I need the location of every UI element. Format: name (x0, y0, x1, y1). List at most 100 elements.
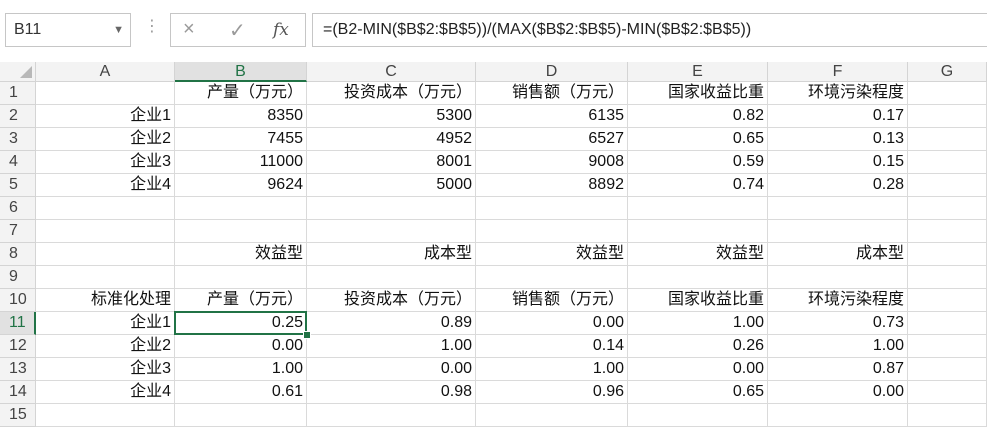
column-header-b[interactable]: B (175, 62, 307, 82)
cell-c10[interactable]: 投资成本（万元） (307, 289, 476, 312)
cell-g8[interactable] (908, 243, 987, 266)
cell-c11[interactable]: 0.89 (307, 312, 476, 335)
cell-d13[interactable]: 1.00 (476, 358, 628, 381)
cell-g12[interactable] (908, 335, 987, 358)
column-header-f[interactable]: F (768, 62, 908, 82)
cell-e1[interactable]: 国家收益比重 (628, 82, 768, 105)
cell-d12[interactable]: 0.14 (476, 335, 628, 358)
cell-d7[interactable] (476, 220, 628, 243)
cell-g5[interactable] (908, 174, 987, 197)
cell-e11[interactable]: 1.00 (628, 312, 768, 335)
cell-c3[interactable]: 4952 (307, 128, 476, 151)
cell-f4[interactable]: 0.15 (768, 151, 908, 174)
cell-d8[interactable]: 效益型 (476, 243, 628, 266)
fill-handle[interactable] (303, 331, 311, 339)
cell-a3[interactable]: 企业2 (36, 128, 175, 151)
cell-a10[interactable]: 标准化处理 (36, 289, 175, 312)
row-header-9[interactable]: 9 (0, 266, 36, 289)
cell-b5[interactable]: 9624 (175, 174, 307, 197)
row-header-10[interactable]: 10 (0, 289, 36, 312)
row-header-2[interactable]: 2 (0, 105, 36, 128)
cell-a13[interactable]: 企业3 (36, 358, 175, 381)
cell-a4[interactable]: 企业3 (36, 151, 175, 174)
cell-e5[interactable]: 0.74 (628, 174, 768, 197)
cell-a12[interactable]: 企业2 (36, 335, 175, 358)
cell-c9[interactable] (307, 266, 476, 289)
cell-e3[interactable]: 0.65 (628, 128, 768, 151)
cell-c12[interactable]: 1.00 (307, 335, 476, 358)
cell-f5[interactable]: 0.28 (768, 174, 908, 197)
cell-b15[interactable] (175, 404, 307, 427)
column-header-g[interactable]: G (908, 62, 987, 82)
column-header-a[interactable]: A (36, 62, 175, 82)
cell-b14[interactable]: 0.61 (175, 381, 307, 404)
cell-d15[interactable] (476, 404, 628, 427)
cell-a2[interactable]: 企业1 (36, 105, 175, 128)
cell-f15[interactable] (768, 404, 908, 427)
cell-e6[interactable] (628, 197, 768, 220)
cell-b3[interactable]: 7455 (175, 128, 307, 151)
cell-b8[interactable]: 效益型 (175, 243, 307, 266)
cell-g15[interactable] (908, 404, 987, 427)
cell-c14[interactable]: 0.98 (307, 381, 476, 404)
cell-g6[interactable] (908, 197, 987, 220)
cell-f14[interactable]: 0.00 (768, 381, 908, 404)
cell-d5[interactable]: 8892 (476, 174, 628, 197)
cell-f2[interactable]: 0.17 (768, 105, 908, 128)
cell-f13[interactable]: 0.87 (768, 358, 908, 381)
cell-f6[interactable] (768, 197, 908, 220)
cell-a6[interactable] (36, 197, 175, 220)
cell-e10[interactable]: 国家收益比重 (628, 289, 768, 312)
cell-g14[interactable] (908, 381, 987, 404)
cell-a1[interactable] (36, 82, 175, 105)
row-header-1[interactable]: 1 (0, 82, 36, 105)
row-header-12[interactable]: 12 (0, 335, 36, 358)
cell-b2[interactable]: 8350 (175, 105, 307, 128)
cell-g13[interactable] (908, 358, 987, 381)
row-header-7[interactable]: 7 (0, 220, 36, 243)
cell-d2[interactable]: 6135 (476, 105, 628, 128)
cell-a7[interactable] (36, 220, 175, 243)
cell-e15[interactable] (628, 404, 768, 427)
cell-a9[interactable] (36, 266, 175, 289)
cell-e12[interactable]: 0.26 (628, 335, 768, 358)
cell-b6[interactable] (175, 197, 307, 220)
cell-e8[interactable]: 效益型 (628, 243, 768, 266)
cell-a14[interactable]: 企业4 (36, 381, 175, 404)
cell-d6[interactable] (476, 197, 628, 220)
cell-c8[interactable]: 成本型 (307, 243, 476, 266)
column-header-e[interactable]: E (628, 62, 768, 82)
cell-c1[interactable]: 投资成本（万元） (307, 82, 476, 105)
cell-e7[interactable] (628, 220, 768, 243)
cell-c6[interactable] (307, 197, 476, 220)
cell-b4[interactable]: 11000 (175, 151, 307, 174)
cell-d10[interactable]: 销售额（万元） (476, 289, 628, 312)
cell-a15[interactable] (36, 404, 175, 427)
cell-c13[interactable]: 0.00 (307, 358, 476, 381)
cell-f9[interactable] (768, 266, 908, 289)
cell-a5[interactable]: 企业4 (36, 174, 175, 197)
cell-c2[interactable]: 5300 (307, 105, 476, 128)
cell-a8[interactable] (36, 243, 175, 266)
cell-b1[interactable]: 产量（万元） (175, 82, 307, 105)
cell-b10[interactable]: 产量（万元） (175, 289, 307, 312)
cell-e14[interactable]: 0.65 (628, 381, 768, 404)
cell-d11[interactable]: 0.00 (476, 312, 628, 335)
cell-e13[interactable]: 0.00 (628, 358, 768, 381)
cell-e2[interactable]: 0.82 (628, 105, 768, 128)
cell-g7[interactable] (908, 220, 987, 243)
cell-c7[interactable] (307, 220, 476, 243)
cell-b11[interactable]: 0.25 (175, 312, 307, 335)
cell-c5[interactable]: 5000 (307, 174, 476, 197)
cell-d1[interactable]: 销售额（万元） (476, 82, 628, 105)
cell-d14[interactable]: 0.96 (476, 381, 628, 404)
cell-g1[interactable] (908, 82, 987, 105)
cell-d9[interactable] (476, 266, 628, 289)
cell-f8[interactable]: 成本型 (768, 243, 908, 266)
cell-d3[interactable]: 6527 (476, 128, 628, 151)
row-header-13[interactable]: 13 (0, 358, 36, 381)
cell-g9[interactable] (908, 266, 987, 289)
cell-b7[interactable] (175, 220, 307, 243)
row-header-6[interactable]: 6 (0, 197, 36, 220)
cell-c15[interactable] (307, 404, 476, 427)
